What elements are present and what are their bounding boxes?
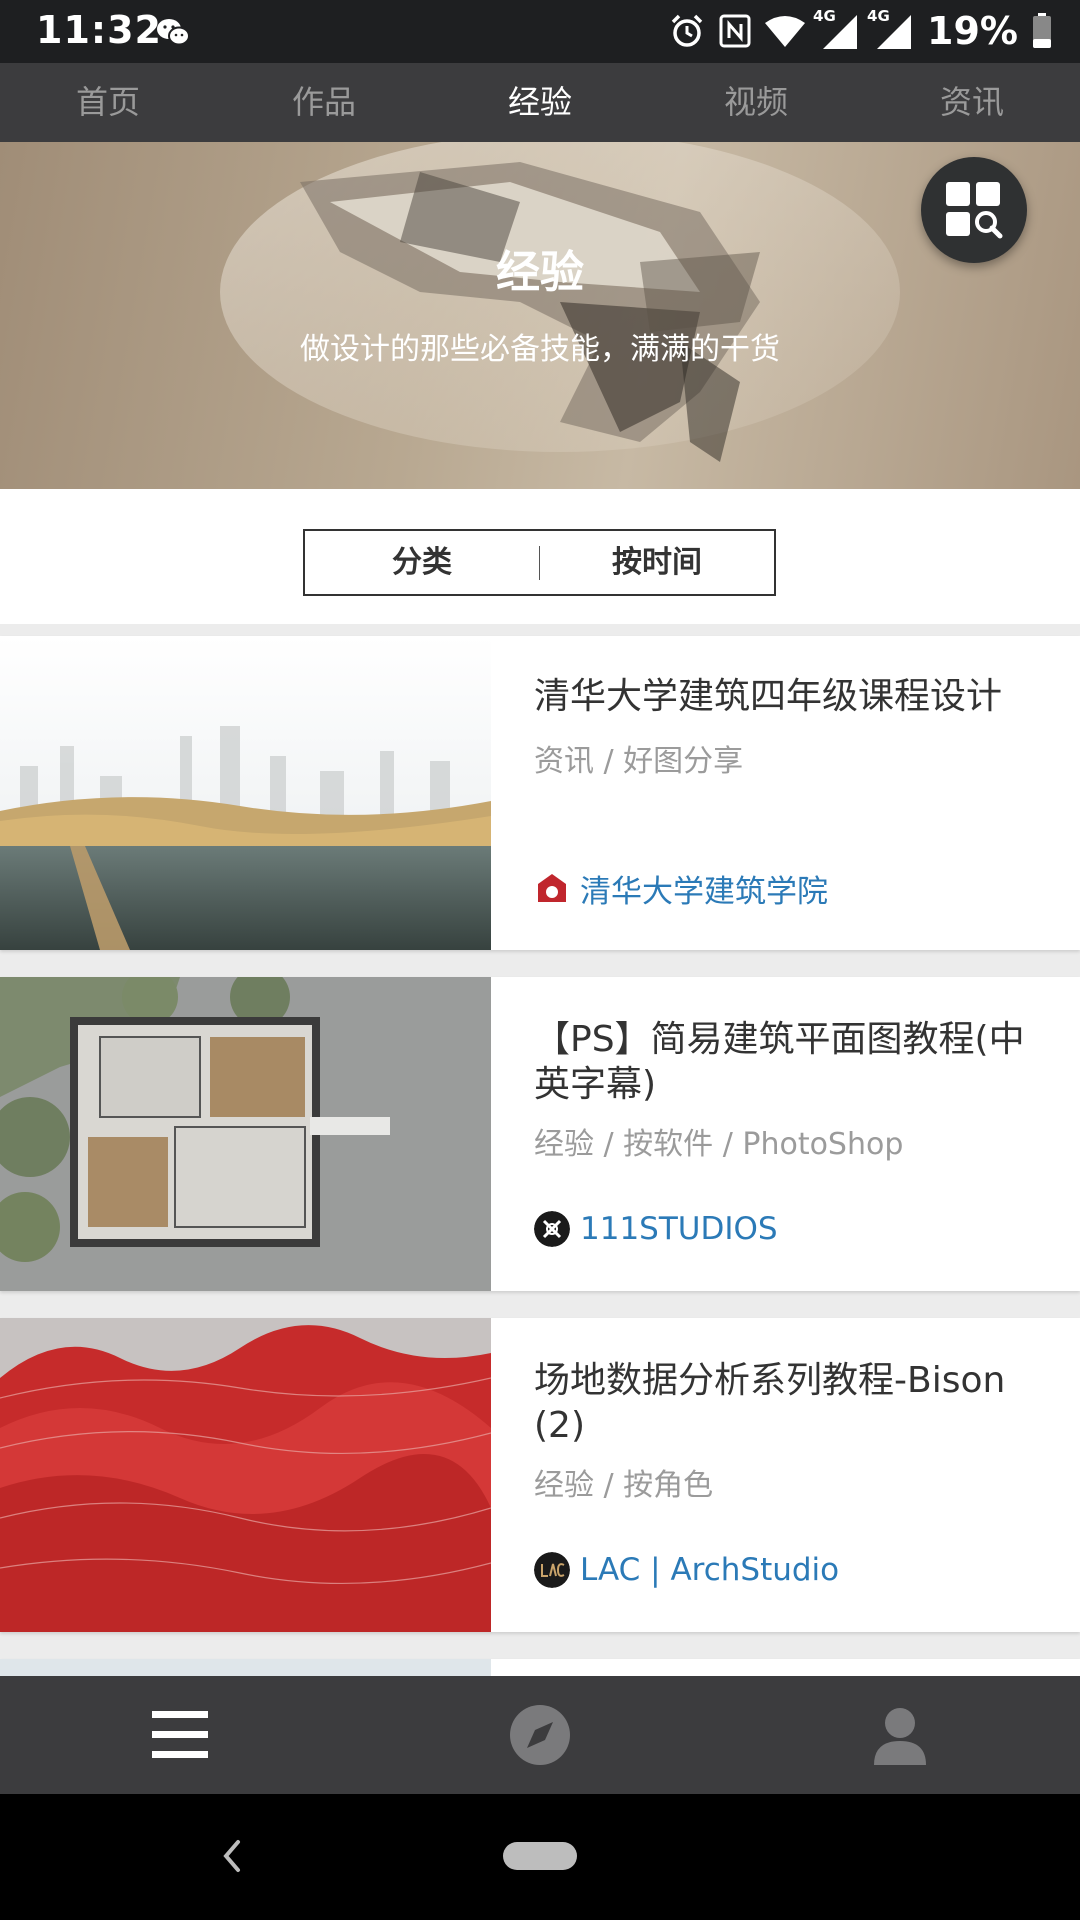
article-card[interactable]: 场地数据分析系列教程-Bison (2) 经验 / 按角色 LAC | Arch… <box>0 1318 1080 1632</box>
article-author[interactable]: 111STUDIOS <box>534 1209 778 1249</box>
top-nav: 首页 作品 经验 视频 资讯 <box>0 63 1080 142</box>
system-navigation-bar <box>0 1794 1080 1920</box>
article-thumbnail <box>0 1659 491 1676</box>
back-icon[interactable] <box>222 1834 242 1878</box>
menu-icon <box>152 1711 208 1758</box>
wifi-icon <box>765 16 806 47</box>
author-name: 清华大学建筑学院 <box>580 873 828 910</box>
category-filter-button[interactable]: 分类 <box>305 531 539 594</box>
bottom-tab-profile[interactable] <box>720 1676 1080 1794</box>
article-title: 场地数据分析系列教程-Bison (2) <box>534 1360 1006 1446</box>
nfc-icon <box>719 14 751 48</box>
tsinghua-logo-icon <box>538 874 566 902</box>
battery-percent: 19% <box>927 9 1018 53</box>
time-sort-button[interactable]: 按时间 <box>540 531 774 594</box>
article-category: 资讯 / 好图分享 <box>534 744 744 779</box>
article-author[interactable]: 清华大学建筑学院 <box>534 868 828 910</box>
wechat-icon <box>157 19 190 46</box>
author-name: 111STUDIOS <box>580 1211 778 1247</box>
home-pill-icon[interactable] <box>503 1842 577 1870</box>
hero-subtitle: 做设计的那些必备技能，满满的干货 <box>300 332 780 367</box>
hero-architecture-image <box>220 142 900 462</box>
article-category: 经验 / 按角色 <box>534 1468 714 1503</box>
article-card[interactable]: 清华大学建筑四年级课程设计 资讯 / 好图分享 清华大学建筑学院 <box>0 636 1080 950</box>
grid-search-icon <box>946 182 1003 239</box>
alarm-icon <box>671 14 703 47</box>
hero-banner: 经验 做设计的那些必备技能，满满的干货 <box>0 142 1080 489</box>
article-card[interactable]: 【PS】简易建筑平面图教程(中英字幕) 经验 / 按软件 / PhotoShop… <box>0 977 1080 1291</box>
article-thumbnail <box>0 636 491 950</box>
status-time: 11:32 <box>36 8 162 52</box>
article-title: 清华大学建筑四年级课程设计 <box>534 676 1003 717</box>
tab-experience[interactable]: 经验 <box>432 63 648 142</box>
lac-logo-icon <box>534 1552 570 1588</box>
profile-icon <box>874 1708 926 1765</box>
signal-icon <box>823 15 858 49</box>
tab-video[interactable]: 视频 <box>648 63 864 142</box>
hero-title: 经验 <box>496 247 584 298</box>
studio-logo-icon <box>534 1211 570 1247</box>
bottom-tab-discover[interactable] <box>360 1676 720 1794</box>
article-card[interactable] <box>0 1659 1080 1676</box>
bottom-tab-menu[interactable] <box>0 1676 360 1794</box>
tab-works[interactable]: 作品 <box>216 63 432 142</box>
bottom-tab-bar <box>0 1676 1080 1794</box>
battery-icon <box>1033 13 1051 48</box>
article-author[interactable]: LAC | ArchStudio <box>534 1550 839 1590</box>
status-bar: 11:32 4G 4G 19% <box>0 0 1080 63</box>
article-thumbnail <box>0 1318 491 1632</box>
tab-home[interactable]: 首页 <box>0 63 216 142</box>
author-name: LAC | ArchStudio <box>580 1552 840 1588</box>
tab-news[interactable]: 资讯 <box>864 63 1080 142</box>
compass-icon <box>510 1705 570 1765</box>
category-search-button[interactable] <box>921 157 1027 263</box>
article-title: 【PS】简易建筑平面图教程(中英字幕) <box>534 1019 1025 1105</box>
signal-icon <box>877 15 912 49</box>
article-category: 经验 / 按软件 / PhotoShop <box>534 1127 904 1162</box>
filter-bar: 分类 按时间 <box>0 489 1080 624</box>
article-thumbnail <box>0 977 491 1291</box>
sort-segmented-control: 分类 按时间 <box>303 529 776 596</box>
